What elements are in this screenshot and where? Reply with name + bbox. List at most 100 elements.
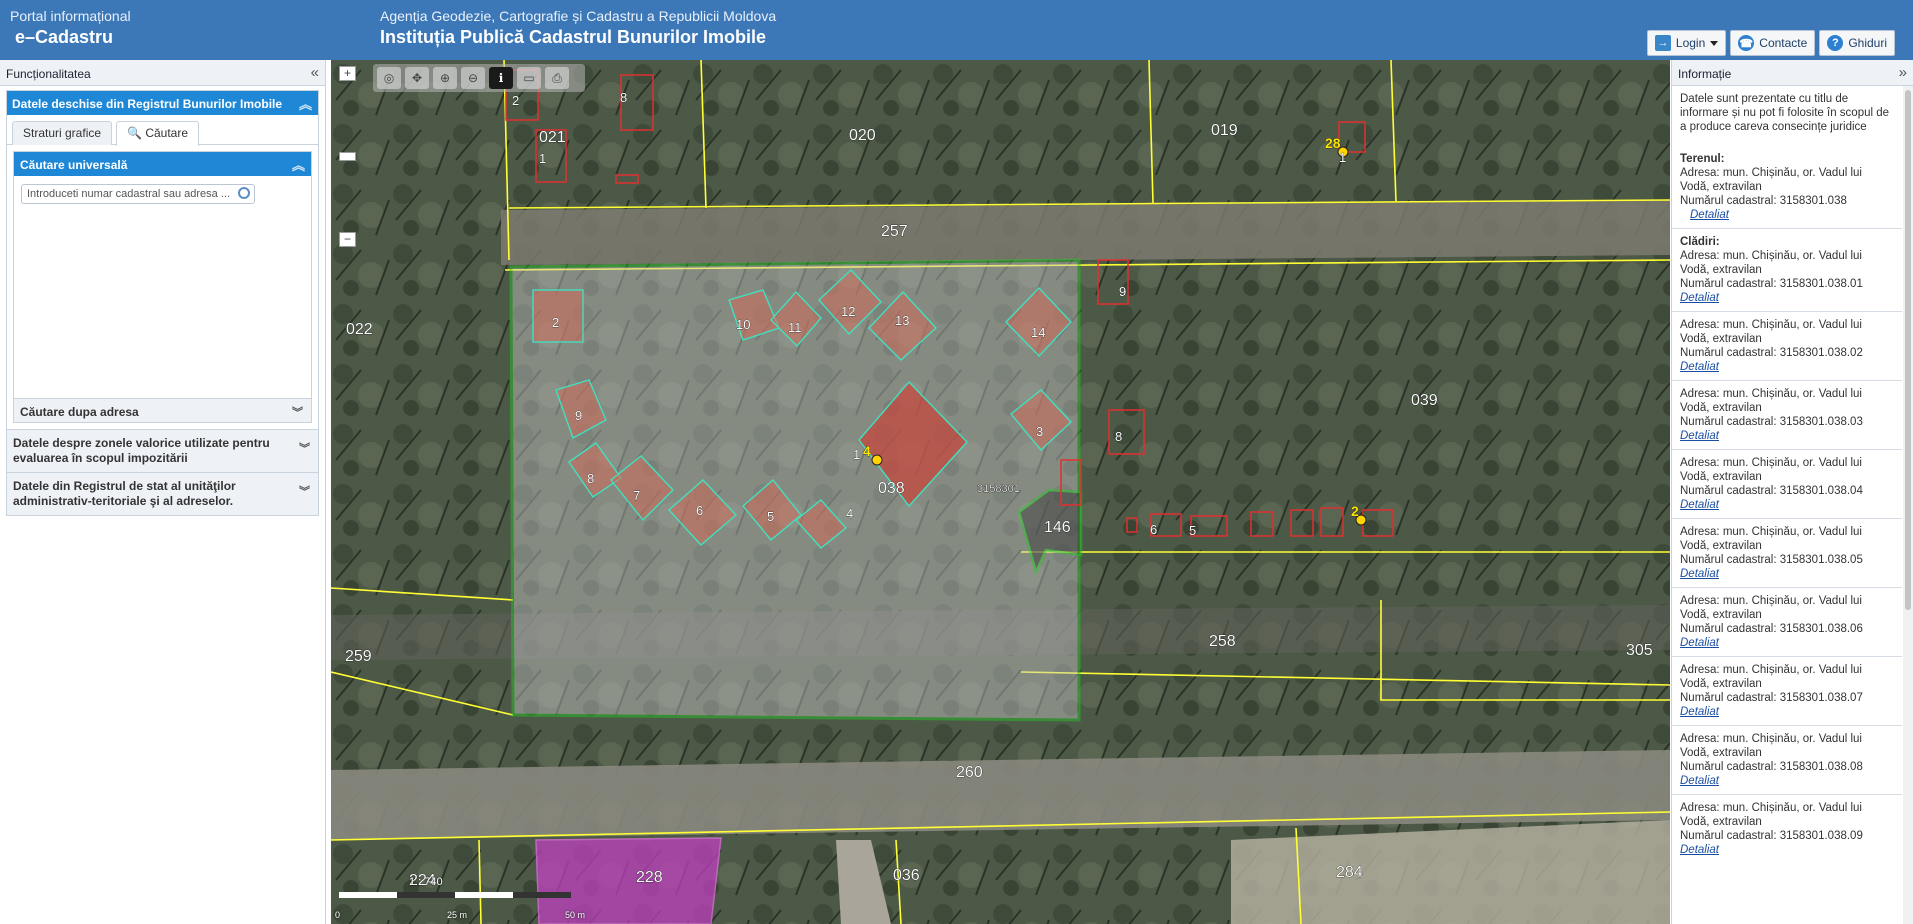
collapse-left-icon[interactable]: « [311, 64, 319, 81]
guides-label: Ghiduri [1848, 36, 1887, 50]
building-cadastral: Numărul cadastral: 3158301.038.06 [1680, 623, 1863, 635]
land-cadastral: Numărul cadastral: 3158301.038 [1680, 195, 1847, 207]
bld-num-other-6: 6 [1150, 522, 1157, 537]
building-detail-link[interactable]: Detaliat [1680, 291, 1894, 305]
valuation-zones-label: Datele despre zonele valorice utilizate … [13, 436, 270, 465]
zoom-slider[interactable] [339, 152, 356, 161]
building-cadastral: Numărul cadastral: 3158301.038.01 [1680, 278, 1863, 290]
bld-num-13: 13 [895, 313, 909, 328]
measure-icon[interactable]: ▭ [517, 67, 541, 89]
address-point-4[interactable] [871, 454, 883, 466]
land-detail-link[interactable]: Detaliat [1690, 208, 1894, 222]
tab-search[interactable]: 🔍 Căutare [116, 121, 200, 146]
help-icon: ? [1827, 35, 1844, 51]
building-cadastral: Numărul cadastral: 3158301.038.05 [1680, 554, 1863, 566]
building-cadastral: Numărul cadastral: 3158301.038.09 [1680, 830, 1863, 842]
login-button[interactable]: → Login [1646, 30, 1727, 56]
addr-num-2: 2 [1351, 503, 1359, 519]
info-scrollbar[interactable] [1903, 86, 1913, 924]
institution-title: Instituția Publică Cadastrul Bunurilor I… [380, 27, 767, 47]
state-registry-accordion[interactable]: Datele din Registrul de stat al unităţil… [7, 472, 318, 515]
parcel-228[interactable] [535, 837, 722, 924]
scale-tick-50: 50 m [565, 910, 586, 920]
bld-num-3: 3 [1036, 424, 1043, 439]
building-detail-link[interactable]: Detaliat [1680, 429, 1894, 443]
zoom-in-button[interactable]: + [339, 66, 356, 81]
building-entry: Adresa: mun. Chișinău, or. Vadul lui Vod… [1680, 249, 1894, 305]
label-228: 228 [636, 869, 663, 886]
print-icon[interactable]: ⎙ [545, 67, 569, 89]
pan-icon[interactable]: ✥ [405, 67, 429, 89]
building-detail-link[interactable]: Detaliat [1680, 636, 1894, 650]
bld-num-5: 5 [767, 509, 774, 524]
divider [1672, 656, 1902, 657]
contacts-button[interactable]: ☎ Contacte [1730, 30, 1816, 56]
bld-num-4: 4 [846, 506, 853, 521]
state-registry-label: Datele din Registrul de stat al unităţil… [13, 479, 236, 508]
building-cadastral: Numărul cadastral: 3158301.038.02 [1680, 347, 1863, 359]
bld-num-other-8b: 8 [1115, 429, 1122, 444]
info-icon[interactable]: ℹ [489, 67, 513, 89]
scrollbar-thumb[interactable] [1905, 90, 1911, 610]
building-entry: Adresa: mun. Chișinău, or. Vadul lui Vod… [1680, 801, 1894, 857]
scale-bar [339, 892, 571, 898]
building-entry: Adresa: mun. Chișinău, or. Vadul lui Vod… [1680, 663, 1894, 719]
open-registry-header[interactable]: Datele deschise din Registrul Bunurilor … [7, 91, 318, 115]
universal-search-label: Căutare universală [20, 158, 128, 172]
building-address: Adresa: mun. Chișinău, or. Vadul lui Vod… [1680, 250, 1862, 276]
label-020: 020 [849, 127, 876, 144]
building-cadastral: Numărul cadastral: 3158301.038.03 [1680, 416, 1863, 428]
building-entry: Adresa: mun. Chișinău, or. Vadul lui Vod… [1680, 525, 1894, 581]
building-detail-link[interactable]: Detaliat [1680, 774, 1894, 788]
app-header: Portal informațional e–Cadastru Agenția … [0, 0, 1913, 60]
building-address: Adresa: mun. Chișinău, or. Vadul lui Vod… [1680, 388, 1862, 414]
label-036: 036 [893, 867, 920, 884]
bld-num-2: 2 [552, 315, 559, 330]
scale-tick-0: 0 [335, 910, 341, 920]
label-022: 022 [346, 321, 373, 338]
collapse-right-icon[interactable]: » [1899, 64, 1907, 81]
tab-graphic-layers[interactable]: Straturi grafice [12, 121, 113, 145]
building-entry: Adresa: mun. Chișinău, or. Vadul lui Vod… [1680, 594, 1894, 650]
building-detail-link[interactable]: Detaliat [1680, 498, 1894, 512]
divider [1672, 794, 1902, 795]
chevron-down-icon: ︾ [299, 443, 310, 455]
bld-num-other-5: 5 [1189, 523, 1196, 538]
zoom-in-icon[interactable]: ⊕ [433, 67, 457, 89]
building-detail-link[interactable]: Detaliat [1680, 567, 1894, 581]
search-input[interactable]: Introduceti numar cadastral sau adresa .… [21, 184, 255, 204]
bld-num-12: 12 [841, 304, 855, 319]
building-entry: Adresa: mun. Chișinău, or. Vadul lui Vod… [1680, 732, 1894, 788]
building-entry: Adresa: mun. Chișinău, or. Vadul lui Vod… [1680, 387, 1894, 443]
map-toolbar: ◎ ✥ ⊕ ⊖ ℹ ▭ ⎙ [373, 64, 585, 92]
valuation-zones-accordion[interactable]: Datele despre zonele valorice utilizate … [7, 429, 318, 472]
buildings-list: Adresa: mun. Chișinău, or. Vadul lui Vod… [1672, 249, 1902, 857]
login-label: Login [1675, 36, 1706, 50]
search-tab-icon: 🔍 [127, 126, 142, 140]
search-icon[interactable] [238, 187, 250, 199]
building-entry: Adresa: mun. Chișinău, or. Vadul lui Vod… [1680, 456, 1894, 512]
building-cadastral: Numărul cadastral: 3158301.038.07 [1680, 692, 1863, 704]
map-canvas[interactable]: 021 020 019 022 257 039 258 259 260 305 … [331, 60, 1670, 924]
building-detail-link[interactable]: Detaliat [1680, 843, 1894, 857]
guides-button[interactable]: ? Ghiduri [1819, 30, 1895, 56]
zoom-out-icon[interactable]: ⊖ [461, 67, 485, 89]
bld-num-other-2: 2 [512, 93, 519, 108]
search-by-address-header[interactable]: Căutare dupa adresa ︾ [14, 398, 311, 422]
info-title: Informație [1678, 67, 1732, 81]
universal-search-header[interactable]: Căutare universală ︽ [14, 152, 311, 176]
building-cadastral: Numărul cadastral: 3158301.038.08 [1680, 761, 1863, 773]
bld-num-other-1: 1 [539, 151, 546, 166]
divider [1672, 380, 1902, 381]
building-detail-link[interactable]: Detaliat [1680, 360, 1894, 374]
globe-icon[interactable]: ◎ [377, 67, 401, 89]
chevron-up-icon: ︽ [298, 97, 312, 112]
divider [1672, 449, 1902, 450]
zoom-out-button[interactable]: − [339, 232, 356, 247]
map-viewport[interactable]: 021 020 019 022 257 039 258 259 260 305 … [331, 60, 1670, 924]
land-title: Terenul: [1680, 153, 1725, 165]
bld-num-1: 1 [853, 447, 860, 462]
header-buttons: → Login ☎ Contacte ? Ghiduri [1646, 30, 1895, 56]
building-detail-link[interactable]: Detaliat [1680, 705, 1894, 719]
app-title[interactable]: e–Cadastru [15, 27, 113, 48]
